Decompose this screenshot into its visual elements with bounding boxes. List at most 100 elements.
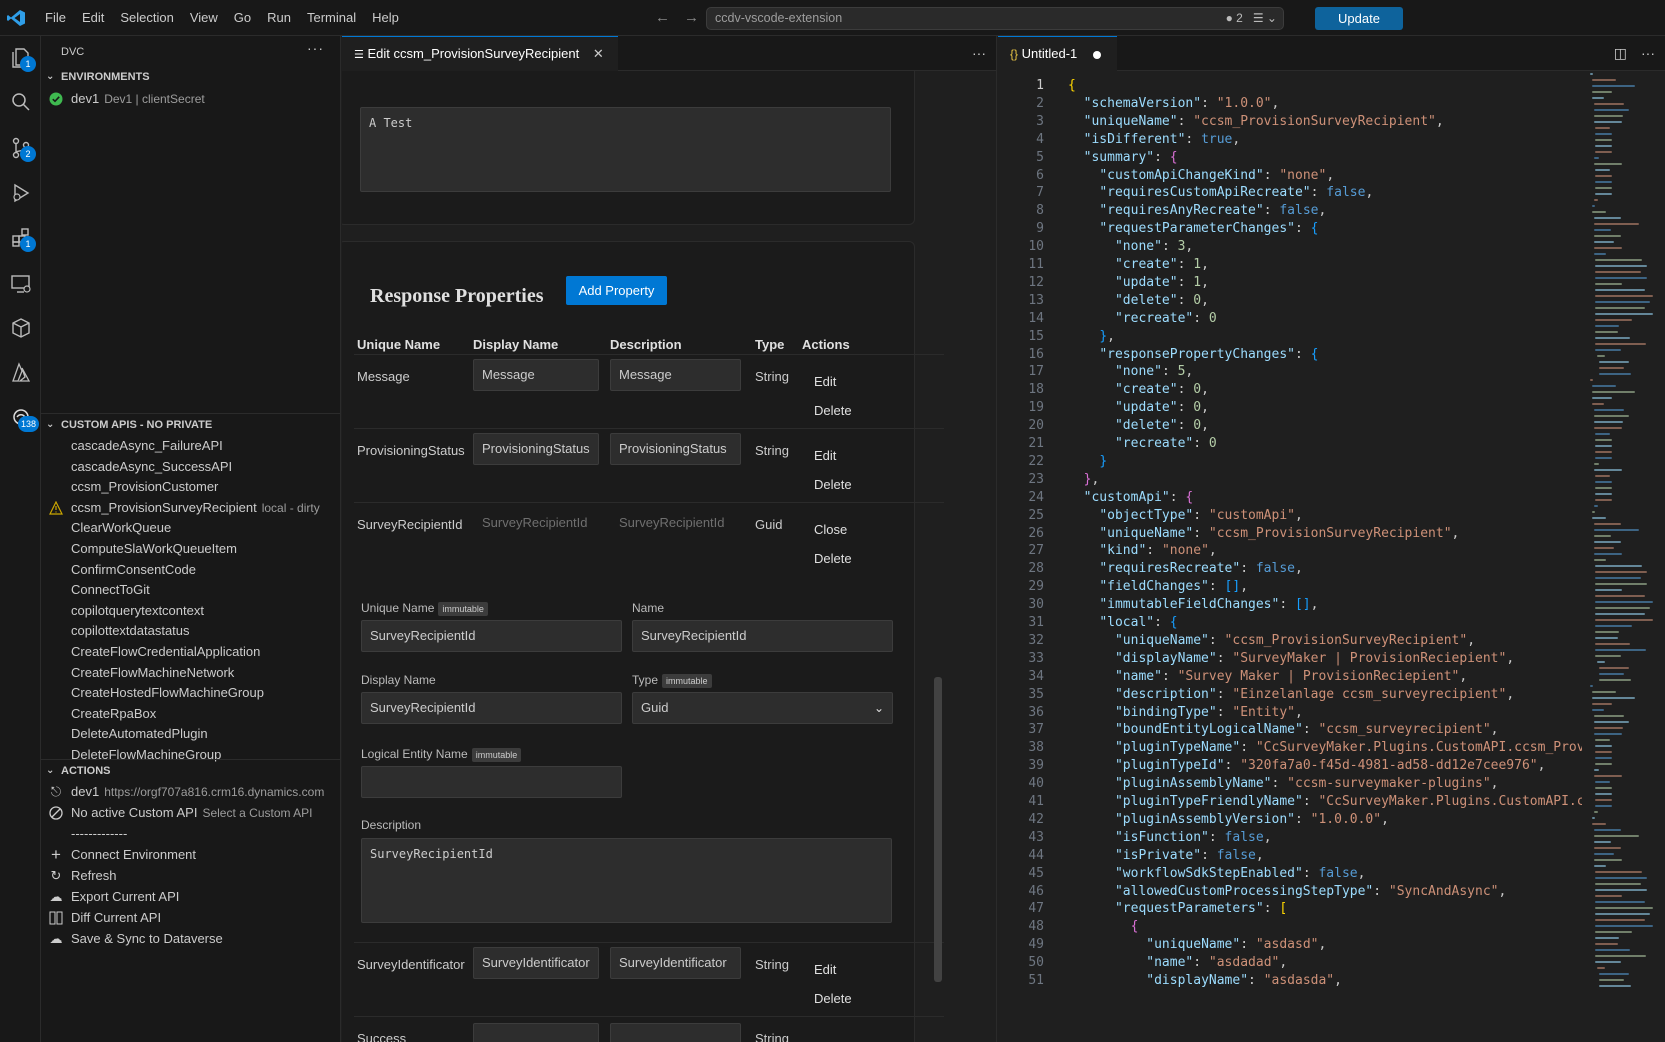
action-export-current-api[interactable]: ☁ Export Current API — [41, 886, 340, 908]
menu-help[interactable]: Help — [364, 0, 407, 36]
custom-api-item[interactable]: CreateFlowMachineNetwork — [41, 662, 340, 684]
search-activity[interactable] — [0, 80, 41, 124]
sidebar-more-button[interactable]: ··· — [307, 40, 324, 56]
tab-untitled-1[interactable]: {} Untitled-1 — [998, 36, 1117, 71]
run-debug-activity[interactable] — [0, 171, 41, 215]
action-item-active-api[interactable]: No active Custom API Select a Custom API — [41, 802, 340, 824]
cube-icon — [11, 318, 30, 338]
environments-section-header[interactable]: ⌄ ENVIRONMENTS — [41, 66, 340, 88]
row-delete-button[interactable]: Delete — [814, 991, 852, 1006]
unsaved-dot-icon[interactable] — [1092, 50, 1101, 59]
row-delete-button[interactable]: Delete — [814, 403, 852, 418]
code-token: , — [1263, 829, 1272, 845]
copilot-icon[interactable]: ☰ ⌄ — [1253, 8, 1277, 29]
notification-count[interactable]: ● 2 — [1226, 8, 1243, 29]
tab-edit-custom-api[interactable]: ☰ Edit ccsm_ProvisionSurveyRecipient ✕ — [342, 36, 618, 71]
menu-go[interactable]: Go — [226, 0, 259, 36]
code-token: { — [1169, 149, 1178, 165]
actions-section-header[interactable]: ⌄ ACTIONS — [41, 759, 340, 781]
row-display-name-input[interactable]: SurveyIdentificator — [473, 947, 599, 979]
back-arrow-icon[interactable]: ← — [655, 9, 670, 26]
unique-name-input[interactable]: SurveyRecipientId — [361, 620, 622, 652]
custom-api-item[interactable]: CreateHostedFlowMachineGroup — [41, 682, 340, 704]
extensions-activity[interactable]: 1 — [0, 216, 41, 260]
menu-file[interactable]: File — [37, 0, 74, 36]
custom-api-item[interactable]: ccsm_ProvisionSurveyRecipient local - dir… — [41, 497, 340, 519]
action-connect-environment[interactable]: + Connect Environment — [41, 844, 340, 866]
custom-api-item[interactable]: ComputeSlaWorkQueueItem — [41, 538, 340, 560]
webview-scrollbar[interactable] — [934, 677, 942, 982]
custom-api-item[interactable]: cascadeAsync_SuccessAPI — [41, 456, 340, 478]
custom-api-item[interactable]: ClearWorkQueue — [41, 517, 340, 539]
display-name-label: Display Name — [361, 673, 436, 687]
menu-terminal[interactable]: Terminal — [299, 0, 364, 36]
custom-api-item[interactable]: CreateRpaBox — [41, 703, 340, 725]
action-item-env[interactable]: ⎋ dev1 https://orgf707a816.crm16.dynamics… — [41, 781, 340, 803]
minimap-line — [1591, 391, 1635, 393]
line-content: "pluginAssemblyName": "ccsm-surveymaker-… — [1068, 774, 1499, 793]
type-select[interactable]: Guid ⌄ — [632, 692, 893, 724]
menu-edit[interactable]: Edit — [74, 0, 112, 36]
add-property-button[interactable]: Add Property — [566, 276, 667, 305]
action-refresh[interactable]: ↻ Refresh — [41, 865, 340, 887]
display-name-input[interactable]: SurveyRecipientId — [361, 692, 622, 724]
update-button[interactable]: Update — [1315, 7, 1403, 30]
forward-arrow-icon[interactable]: → — [684, 9, 699, 26]
command-center[interactable]: ccdv-vscode-extension ● 2 ☰ ⌄ — [706, 7, 1284, 30]
top-description-textarea[interactable]: A Test — [360, 107, 891, 192]
custom-api-item[interactable]: ccsm_ProvisionCustomer — [41, 476, 340, 498]
custom-api-item[interactable]: cascadeAsync_FailureAPI — [41, 435, 340, 457]
action-diff-current-api[interactable]: Diff Current API — [41, 907, 340, 929]
row-description-input[interactable]: ProvisioningStatus — [610, 433, 741, 465]
custom-api-item[interactable]: ConfirmConsentCode — [41, 559, 340, 581]
code-token: "name" — [1114, 668, 1162, 684]
containers-activity[interactable] — [0, 306, 41, 350]
split-editor-icon[interactable]: ◫ — [1614, 45, 1627, 62]
code-token: : — [1224, 758, 1241, 774]
row-edit-button[interactable]: Edit — [814, 374, 836, 389]
source-control-activity[interactable]: 2 — [0, 126, 41, 170]
row-edit-button[interactable]: Edit — [814, 962, 836, 977]
editor-more-actions-icon[interactable]: ··· — [972, 45, 986, 61]
custom-api-item[interactable]: DeleteAutomatedPlugin — [41, 723, 340, 745]
row-display-name-input[interactable] — [473, 1023, 599, 1042]
dvc-activity[interactable]: 138 — [0, 396, 41, 440]
code-token: , — [1357, 865, 1366, 881]
more-actions-icon[interactable]: ··· — [1641, 45, 1655, 62]
row-edit-button[interactable]: Edit — [814, 448, 836, 463]
code-token: : — [1240, 937, 1256, 953]
line-number: 11 — [1028, 257, 1044, 272]
menu-view[interactable]: View — [182, 0, 226, 36]
code-area[interactable]: 1{2 "schemaVersion": "1.0.0", 3 "uniqueNa… — [998, 71, 1582, 1042]
logical-entity-input[interactable] — [361, 766, 622, 798]
menu-run[interactable]: Run — [259, 0, 299, 36]
minimap[interactable] — [1584, 71, 1654, 1042]
remote-explorer-activity[interactable] — [0, 262, 41, 306]
action-save-sync[interactable]: ☁ Save & Sync to Dataverse — [41, 928, 340, 950]
custom-apis-section-header[interactable]: ⌄ CUSTOM APIS - NO PRIVATE — [41, 413, 340, 435]
name-input[interactable]: SurveyRecipientId — [632, 620, 893, 652]
row-description-input[interactable]: SurveyIdentificator — [610, 947, 741, 979]
line-content: "recreate": 0 — [1068, 434, 1217, 453]
row-description-input[interactable]: Message — [610, 359, 741, 391]
explorer-activity[interactable]: 1 — [0, 36, 41, 80]
custom-api-item[interactable]: CreateFlowCredentialApplication — [41, 641, 340, 663]
code-token: : — [1248, 973, 1264, 988]
row-description-input[interactable] — [610, 1023, 741, 1042]
row-display-name-input[interactable]: Message — [473, 359, 599, 391]
environment-item[interactable]: dev1 Dev1 | clientSecret — [41, 88, 340, 110]
description-textarea[interactable]: SurveyRecipientId — [361, 838, 892, 923]
close-icon[interactable]: ✕ — [593, 46, 604, 61]
code-token: : — [1294, 221, 1311, 237]
custom-api-item[interactable]: ConnectToGit — [41, 579, 340, 601]
row-delete-button[interactable]: Delete — [814, 477, 852, 492]
row-display-name-input[interactable]: ProvisioningStatus — [473, 433, 599, 465]
custom-api-item[interactable]: copilotquerytextcontext — [41, 600, 340, 622]
custom-api-item[interactable]: copilottextdatastatus — [41, 620, 340, 642]
azure-activity[interactable] — [0, 351, 41, 395]
menu-selection[interactable]: Selection — [112, 0, 181, 36]
row-delete-button[interactable]: Delete — [814, 551, 852, 566]
row-close-button[interactable]: Close — [814, 522, 847, 537]
